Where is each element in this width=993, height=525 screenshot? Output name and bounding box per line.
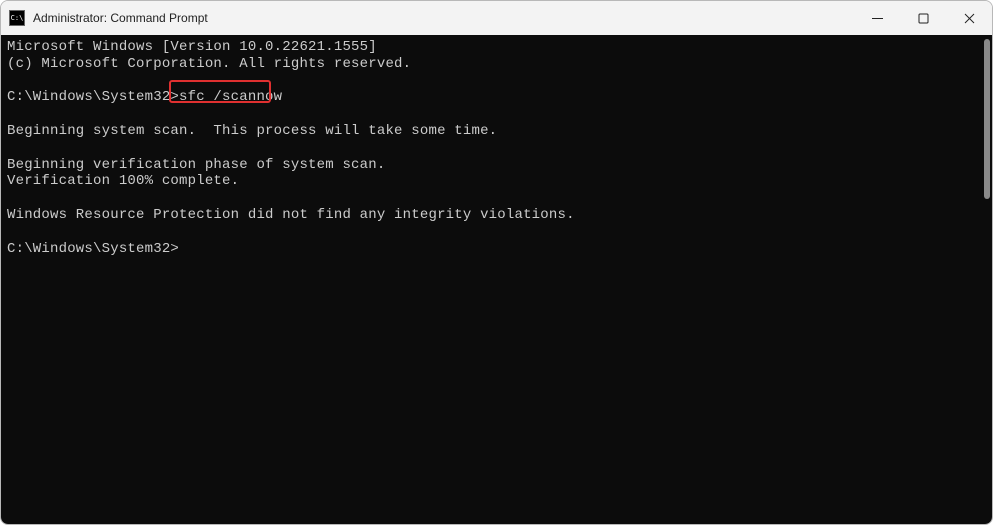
terminal-line: [7, 190, 986, 207]
scrollbar-thumb[interactable]: [984, 39, 990, 199]
terminal-line: Beginning system scan. This process will…: [7, 123, 986, 140]
minimize-button[interactable]: [854, 1, 900, 35]
terminal-line: [7, 224, 986, 241]
cmd-icon: C:\: [9, 10, 25, 26]
terminal-line: Verification 100% complete.: [7, 173, 986, 190]
command-prompt-window: C:\ Administrator: Command Prompt Micros…: [0, 0, 993, 525]
terminal-output: Microsoft Windows [Version 10.0.22621.15…: [1, 35, 992, 261]
terminal-line: [7, 73, 986, 90]
terminal-line: [7, 106, 986, 123]
maximize-button[interactable]: [900, 1, 946, 35]
terminal-line: Beginning verification phase of system s…: [7, 157, 986, 174]
titlebar[interactable]: C:\ Administrator: Command Prompt: [1, 1, 992, 35]
terminal-line: (c) Microsoft Corporation. All rights re…: [7, 56, 986, 73]
close-button[interactable]: [946, 1, 992, 35]
terminal-line: [7, 140, 986, 157]
window-title: Administrator: Command Prompt: [33, 11, 854, 25]
terminal-line: C:\Windows\System32>: [7, 241, 986, 258]
terminal-line: C:\Windows\System32>sfc /scannow: [7, 89, 986, 106]
terminal-line: Microsoft Windows [Version 10.0.22621.15…: [7, 39, 986, 56]
window-controls: [854, 1, 992, 35]
terminal-area[interactable]: Microsoft Windows [Version 10.0.22621.15…: [1, 35, 992, 524]
terminal-line: Windows Resource Protection did not find…: [7, 207, 986, 224]
